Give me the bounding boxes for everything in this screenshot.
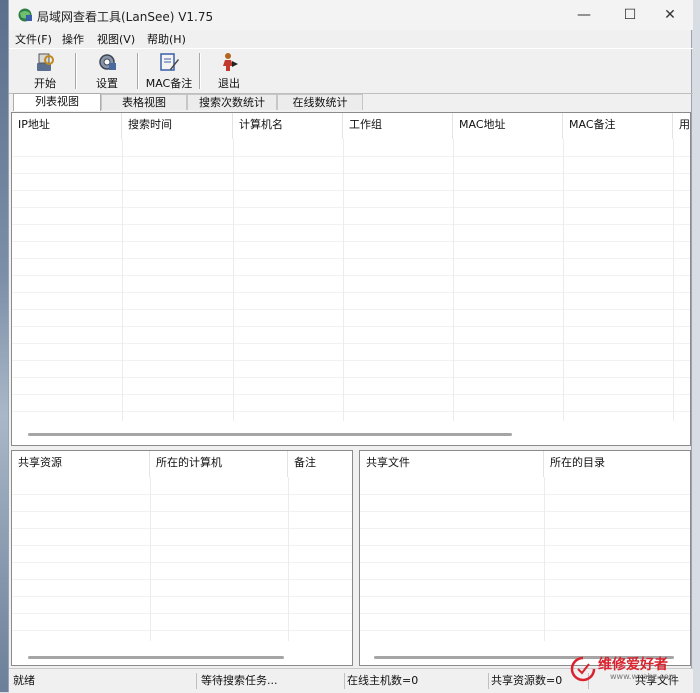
grid-row-line <box>12 562 352 563</box>
grid-row-line <box>360 511 690 512</box>
status-ready: 就绪 <box>11 673 197 689</box>
watermark: 维修爱好者 www.wxahz.com <box>570 652 694 688</box>
grid-row-line <box>12 326 690 327</box>
col-ip-address[interactable]: IP地址 <box>12 113 122 139</box>
col-search-time[interactable]: 搜索时间 <box>122 113 233 139</box>
toolbar-separator <box>75 53 76 89</box>
status-waiting: 等待搜索任务... <box>199 673 345 689</box>
horizontal-scrollbar[interactable] <box>28 433 512 436</box>
col-workgroup[interactable]: 工作组 <box>343 113 453 139</box>
col-directory[interactable]: 所在的目录 <box>544 451 690 477</box>
menu-bar: 文件(F) 操作 视图(V) 帮助(H) <box>9 30 693 48</box>
exit-button[interactable]: 退出 <box>211 51 247 91</box>
grid-column-line <box>150 477 151 641</box>
watermark-url: www.wxahz.com <box>610 672 677 681</box>
grid-row-line <box>12 394 690 395</box>
tab-table-view[interactable]: 表格视图 <box>101 94 187 110</box>
window-title: 局域网查看工具(LanSee) V1.75 <box>37 10 214 24</box>
share-resources-table[interactable]: 共享资源 所在的计算机 备注 <box>11 450 353 666</box>
minimize-button[interactable]: — <box>561 0 607 30</box>
tab-search-stats[interactable]: 搜索次数统计 <box>187 94 277 110</box>
col-mac-note[interactable]: MAC备注 <box>563 113 673 139</box>
grid-row-line <box>12 292 690 293</box>
start-search-icon <box>37 53 54 71</box>
menu-file[interactable]: 文件(F) <box>15 31 52 47</box>
exit-door-icon <box>223 53 238 71</box>
grid-row-line <box>360 596 690 597</box>
grid-row-line <box>12 411 690 412</box>
menu-help[interactable]: 帮助(H) <box>147 31 186 47</box>
shared-files-table[interactable]: 共享文件 所在的目录 <box>359 450 691 666</box>
tab-online-stats[interactable]: 在线数统计 <box>277 94 363 110</box>
grid-row-line <box>360 545 690 546</box>
lansee-app-icon <box>18 8 32 22</box>
grid-column-line <box>544 477 545 641</box>
grid-row-line <box>12 545 352 546</box>
col-mac-address[interactable]: MAC地址 <box>453 113 563 139</box>
grid-row-line <box>12 224 690 225</box>
tab-list-view[interactable]: 列表视图 <box>13 93 101 111</box>
start-button[interactable]: 开始 <box>25 51 65 91</box>
grid-row-line <box>12 207 690 208</box>
grid-row-line <box>12 173 690 174</box>
start-label: 开始 <box>34 77 56 90</box>
grid-row-line <box>12 190 690 191</box>
grid-row-line <box>12 343 690 344</box>
col-share-resource[interactable]: 共享资源 <box>12 451 150 477</box>
grid-row-line <box>12 579 352 580</box>
status-online-hosts: 在线主机数=0 <box>345 673 489 689</box>
grid-row-line <box>12 613 352 614</box>
grid-row-line <box>12 241 690 242</box>
grid-row-line <box>360 630 690 631</box>
brand-logo-icon <box>570 656 596 682</box>
menu-view[interactable]: 视图(V) <box>97 31 135 47</box>
grid-row-line <box>12 309 690 310</box>
grid-row-line <box>12 275 690 276</box>
grid-row-line <box>12 156 690 157</box>
host-list-table[interactable]: IP地址 搜索时间 计算机名 工作组 MAC地址 MAC备注 用 <box>11 112 691 446</box>
grid-row-line <box>360 613 690 614</box>
grid-row-line <box>360 579 690 580</box>
grid-column-line <box>343 139 344 421</box>
grid-row-line <box>12 360 690 361</box>
grid-row-line <box>12 258 690 259</box>
exit-label: 退出 <box>218 77 240 90</box>
mac-note-button[interactable]: MAC备注 <box>143 51 195 91</box>
view-tabs: 列表视图 表格视图 搜索次数统计 在线数统计 <box>9 93 693 111</box>
grid-column-line <box>453 139 454 421</box>
grid-column-line <box>673 139 674 421</box>
grid-row-line <box>360 562 690 563</box>
col-computer-name[interactable]: 计算机名 <box>233 113 343 139</box>
grid-column-line <box>122 139 123 421</box>
grid-row-line <box>12 511 352 512</box>
grid-column-line <box>563 139 564 421</box>
toolbar: 开始 设置 MAC备注 退出 <box>9 48 693 94</box>
settings-label: 设置 <box>96 77 118 90</box>
grid-row-line <box>12 630 352 631</box>
col-host-computer[interactable]: 所在的计算机 <box>150 451 288 477</box>
grid-row-line <box>360 528 690 529</box>
grid-row-line <box>360 494 690 495</box>
toolbar-separator <box>199 53 200 89</box>
watermark-brand: 维修爱好者 <box>598 657 668 673</box>
gear-icon <box>99 54 116 70</box>
grid-row-line <box>12 528 352 529</box>
mac-note-label: MAC备注 <box>145 77 193 90</box>
grid-row-line <box>12 494 352 495</box>
grid-column-line <box>288 477 289 641</box>
note-edit-icon <box>160 53 179 71</box>
grid-column-line <box>233 139 234 421</box>
grid-row-line <box>12 596 352 597</box>
settings-button[interactable]: 设置 <box>87 51 127 91</box>
col-share-note[interactable]: 备注 <box>288 451 352 477</box>
col-shared-file[interactable]: 共享文件 <box>360 451 544 477</box>
grid-row-line <box>12 377 690 378</box>
horizontal-scrollbar[interactable] <box>28 656 284 659</box>
close-button[interactable]: ✕ <box>647 0 693 30</box>
toolbar-separator <box>137 53 138 89</box>
title-bar: 局域网查看工具(LanSee) V1.75 — ☐ ✕ <box>9 0 693 30</box>
app-window: 局域网查看工具(LanSee) V1.75 — ☐ ✕ 文件(F) 操作 视图(… <box>8 0 693 693</box>
menu-operation[interactable]: 操作 <box>62 31 84 47</box>
col-user[interactable]: 用 <box>673 113 690 139</box>
